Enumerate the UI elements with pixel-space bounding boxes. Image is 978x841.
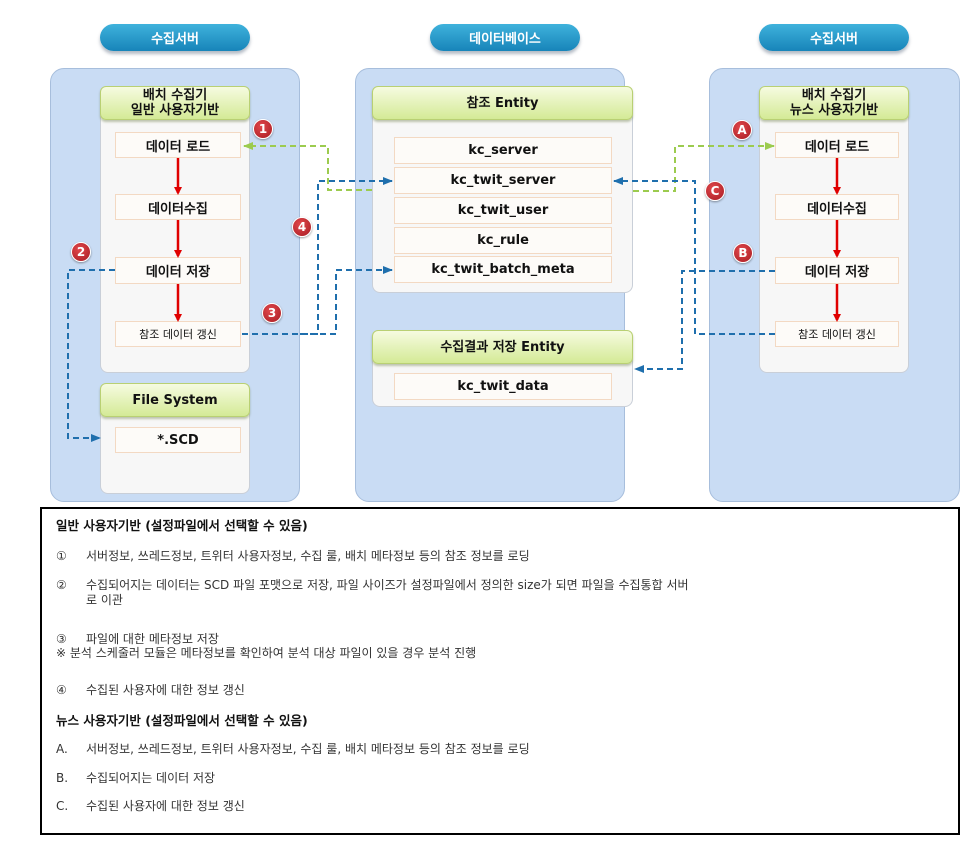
right-server-pill: 수집서버 bbox=[759, 24, 909, 51]
ref-entity-header: 참조 Entity bbox=[372, 86, 633, 120]
item-text: 서버정보, 쓰레드정보, 트위터 사용자정보, 수집 룰, 배치 메타정보 등의… bbox=[86, 549, 530, 563]
notes-general-item-1: ① 서버정보, 쓰레드정보, 트위터 사용자정보, 수집 룰, 배치 메타정보 등… bbox=[56, 547, 530, 564]
notes-general-item-3-note: ※ 분석 스케줄러 모듈은 메타정보를 확인하여 분석 대상 파일이 있을 경우… bbox=[56, 646, 477, 660]
item-marker: ④ bbox=[56, 683, 67, 697]
left-step-data-collect: 데이터수집 bbox=[115, 194, 241, 220]
badge-a: A bbox=[732, 120, 752, 140]
badge-b: B bbox=[733, 243, 753, 263]
left-step-data-load: 데이터 로드 bbox=[115, 132, 241, 158]
item-text: 수집되어지는 데이터 저장 bbox=[86, 771, 216, 785]
entity-kc-twit-batch-meta: kc_twit_batch_meta bbox=[394, 256, 612, 283]
file-system-header: File System bbox=[100, 383, 250, 417]
right-step-data-load: 데이터 로드 bbox=[775, 132, 899, 158]
notes-news-item-a: A. 서버정보, 쓰레드정보, 트위터 사용자정보, 수집 룰, 배치 메타정보 … bbox=[56, 740, 530, 757]
database-pill: 데이터베이스 bbox=[430, 24, 580, 51]
notes-general-item-2: ② 수집되어지는 데이터는 SCD 파일 포맷으로 저장, 파일 사이즈가 설정파… bbox=[56, 576, 689, 593]
item-text: 수집된 사용자에 대한 정보 갱신 bbox=[86, 683, 245, 697]
entity-kc-twit-user: kc_twit_user bbox=[394, 197, 612, 224]
database-pill-label: 데이터베이스 bbox=[469, 32, 541, 47]
notes-news-item-c: C. 수집된 사용자에 대한 정보 갱신 bbox=[56, 797, 245, 814]
ref-entity-title: 참조 Entity bbox=[466, 95, 539, 111]
item-text: 수집된 사용자에 대한 정보 갱신 bbox=[86, 799, 245, 813]
left-step-ref-update: 참조 데이터 갱신 bbox=[115, 321, 241, 347]
badge-1: 1 bbox=[253, 119, 273, 139]
right-step-data-save: 데이터 저장 bbox=[775, 257, 899, 284]
notes-news-heading: 뉴스 사용자기반 (설정파일에서 선택할 수 있음) bbox=[56, 713, 308, 728]
right-collector-subtitle: 뉴스 사용자기반 bbox=[789, 103, 879, 118]
item-marker: ① bbox=[56, 549, 67, 563]
entity-kc-twit-data: kc_twit_data bbox=[394, 373, 612, 400]
item-marker: ② bbox=[56, 578, 67, 592]
item-marker: A. bbox=[56, 742, 68, 756]
right-collector-header: 배치 수집기 뉴스 사용자기반 bbox=[759, 86, 909, 120]
badge-c: C bbox=[705, 181, 725, 201]
notes-news-item-b: B. 수집되어지는 데이터 저장 bbox=[56, 769, 215, 786]
item-text: 서버정보, 쓰레드정보, 트위터 사용자정보, 수집 룰, 배치 메타정보 등의… bbox=[86, 742, 530, 756]
notes-general-item-4: ④ 수집된 사용자에 대한 정보 갱신 bbox=[56, 681, 245, 698]
badge-3: 3 bbox=[262, 303, 282, 323]
result-entity-title: 수집결과 저장 Entity bbox=[440, 339, 565, 355]
badge-4: 4 bbox=[292, 217, 312, 237]
badge-2: 2 bbox=[71, 242, 91, 262]
left-collector-header: 배치 수집기 일반 사용자기반 bbox=[100, 86, 250, 120]
right-step-data-collect: 데이터수집 bbox=[775, 194, 899, 220]
left-server-pill: 수집서버 bbox=[100, 24, 250, 51]
left-server-pill-label: 수집서버 bbox=[151, 32, 199, 47]
notes-general-heading: 일반 사용자기반 (설정파일에서 선택할 수 있음) bbox=[56, 518, 308, 533]
item-text: 수집되어지는 데이터는 SCD 파일 포맷으로 저장, 파일 사이즈가 설정파일… bbox=[86, 578, 689, 592]
right-server-pill-label: 수집서버 bbox=[810, 32, 858, 47]
notes-general-item-2-cont: 로 이관 bbox=[86, 593, 123, 607]
item-marker: C. bbox=[56, 799, 69, 813]
item-marker: B. bbox=[56, 771, 69, 785]
notes-box: 일반 사용자기반 (설정파일에서 선택할 수 있음) ① 서버정보, 쓰레드정보,… bbox=[40, 507, 960, 835]
entity-kc-server: kc_server bbox=[394, 137, 612, 164]
result-entity-header: 수집결과 저장 Entity bbox=[372, 330, 633, 364]
right-collector-title: 배치 수집기 bbox=[801, 88, 867, 103]
file-system-item-scd: *.SCD bbox=[115, 427, 241, 453]
left-step-data-save: 데이터 저장 bbox=[115, 257, 241, 284]
entity-kc-rule: kc_rule bbox=[394, 227, 612, 254]
right-step-ref-update: 참조 데이터 갱신 bbox=[775, 321, 899, 347]
file-system-title: File System bbox=[132, 392, 218, 408]
left-collector-subtitle: 일반 사용자기반 bbox=[130, 103, 220, 118]
left-collector-title: 배치 수집기 bbox=[142, 88, 208, 103]
entity-kc-twit-server: kc_twit_server bbox=[394, 167, 612, 194]
